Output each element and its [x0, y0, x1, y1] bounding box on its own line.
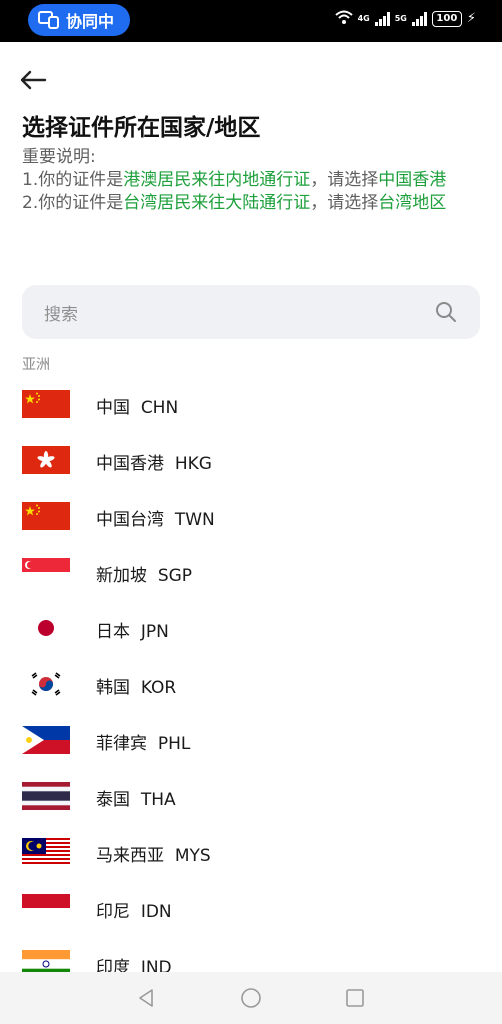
back-arrow-icon [20, 70, 47, 90]
country-code: MYS [174, 846, 211, 866]
country-row-chn[interactable]: 中国 CHN [0, 376, 502, 432]
country-row-jpn[interactable]: 日本 JPN [0, 600, 502, 656]
nav-recents-button[interactable] [343, 986, 367, 1010]
circle-home-icon [241, 988, 261, 1008]
country-name: 印度 [96, 958, 130, 972]
square-recents-icon [346, 989, 364, 1007]
system-navigation-bar [0, 972, 502, 1024]
country-name: 韩国 [96, 678, 130, 698]
signal-icon [374, 11, 390, 26]
collaboration-label: 协同中 [66, 12, 115, 31]
search-placeholder: 搜索 [44, 305, 78, 325]
country-row-sgp[interactable]: 新加坡 SGP [0, 544, 502, 600]
country-code: TWN [174, 510, 215, 530]
country-row-phl[interactable]: 菲律宾 PHL [0, 712, 502, 768]
country-row-mys[interactable]: 马来西亚 MYS [0, 824, 502, 880]
country-label: 中国台湾 TWN [96, 505, 215, 530]
china-flag-icon [22, 502, 70, 530]
search-icon [434, 300, 458, 324]
signal-icon [411, 11, 427, 26]
notice-doc-type: 港澳居民来往内地通行证 [123, 170, 311, 190]
country-name: 印尼 [96, 902, 130, 922]
country-label: 印尼 IDN [96, 897, 172, 922]
china-flag-icon [22, 390, 70, 418]
indonesia-flag-icon [22, 894, 70, 922]
page-title: 选择证件所在国家/地区 [22, 115, 261, 141]
japan-flag-icon [22, 614, 70, 642]
country-code: CHN [140, 398, 179, 418]
south-korea-flag-icon [22, 670, 70, 698]
notice-choice: 台湾地区 [378, 193, 447, 213]
country-name: 中国台湾 [96, 510, 164, 530]
nav-home-button[interactable] [239, 986, 263, 1010]
charging-icon: ⚡ [466, 11, 476, 26]
thailand-flag-icon [22, 782, 70, 810]
wifi-icon [334, 10, 353, 27]
country-code: SGP [157, 566, 193, 586]
battery-level: 100 [436, 13, 458, 24]
notice-line-2: 2.你的证件是台湾居民来往大陆通行证，请选择台湾地区 [22, 192, 482, 215]
malaysia-flag-icon [22, 838, 70, 866]
notice-choice: 中国香港 [378, 170, 447, 190]
notice-text: 1.你的证件是 [22, 170, 124, 190]
country-name: 泰国 [96, 790, 130, 810]
notice-text: 2.你的证件是 [22, 193, 124, 213]
india-flag-icon [22, 950, 70, 972]
country-row-tha[interactable]: 泰国 THA [0, 768, 502, 824]
notice-doc-type: 台湾居民来往大陆通行证 [123, 193, 311, 213]
country-label: 泰国 THA [96, 785, 176, 810]
back-button[interactable] [18, 66, 48, 94]
triangle-back-icon [139, 989, 153, 1007]
country-name: 中国香港 [96, 454, 164, 474]
important-notice: 重要说明: 1.你的证件是港澳居民来往内地通行证，请选择中国香港 2.你的证件是… [22, 146, 482, 215]
country-name: 日本 [96, 622, 130, 642]
notice-text: ，请选择 [310, 193, 379, 213]
country-row-idn[interactable]: 印尼 IDN [0, 880, 502, 936]
country-label: 日本 JPN [96, 617, 169, 642]
network-type-2: 5G [394, 13, 407, 23]
country-label: 印度 IND [96, 953, 172, 972]
country-code: IND [140, 958, 172, 972]
country-row-ind[interactable]: 印度 IND [0, 936, 502, 972]
country-name: 马来西亚 [96, 846, 164, 866]
notice-line-1: 1.你的证件是港澳居民来往内地通行证，请选择中国香港 [22, 169, 482, 192]
country-code: IDN [140, 902, 172, 922]
country-label: 马来西亚 MYS [96, 841, 211, 866]
country-row-twn[interactable]: 中国台湾 TWN [0, 488, 502, 544]
country-code: THA [140, 790, 176, 810]
nav-back-button[interactable] [134, 986, 158, 1010]
country-row-kor[interactable]: 韩国 KOR [0, 656, 502, 712]
search-input[interactable]: 搜索 [22, 285, 480, 339]
country-code: PHL [157, 734, 191, 754]
battery-icon: 100 [431, 10, 462, 27]
country-name: 菲律宾 [96, 734, 147, 754]
singapore-flag-icon [22, 558, 70, 586]
country-code: KOR [140, 678, 177, 698]
country-row-hkg[interactable]: 中国香港 HKG [0, 432, 502, 488]
country-label: 韩国 KOR [96, 673, 176, 698]
country-label: 菲律宾 PHL [96, 729, 190, 754]
multi-screen-icon [38, 11, 60, 29]
network-type-1: 4G [357, 13, 370, 23]
section-header-asia: 亚洲 [22, 357, 50, 373]
country-label: 中国 CHN [96, 393, 178, 418]
country-code: HKG [174, 454, 212, 474]
collaboration-indicator[interactable]: 协同中 [28, 4, 130, 36]
country-code: JPN [140, 622, 169, 642]
philippines-flag-icon [22, 726, 70, 754]
country-name: 新加坡 [96, 566, 147, 586]
country-name: 中国 [96, 398, 130, 418]
notice-text: ，请选择 [310, 170, 379, 190]
country-label: 新加坡 SGP [96, 561, 192, 586]
status-bar: 协同中 4G 5G 100 ⚡ [0, 0, 502, 42]
country-label: 中国香港 HKG [96, 449, 212, 474]
notice-heading: 重要说明: [22, 147, 96, 167]
hong-kong-flag-icon [22, 446, 70, 474]
